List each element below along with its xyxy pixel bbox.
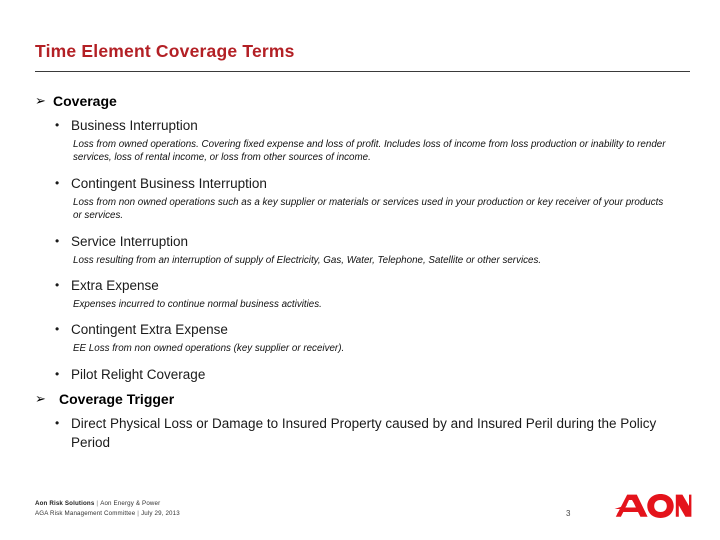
dot-bullet-icon: • bbox=[55, 118, 60, 132]
footer: Aon Risk Solutions | Aon Energy & Power AG… bbox=[35, 499, 180, 518]
list-item-label: Service Interruption bbox=[71, 233, 189, 249]
dot-bullet-icon: • bbox=[55, 175, 60, 190]
list-item-note: Loss from non owned operations such as a… bbox=[73, 196, 664, 222]
list-item: • Direct Physical Loss or Damage to Insu… bbox=[0, 414, 720, 452]
chevron-bullet-icon: ➢ bbox=[35, 390, 46, 406]
section-heading-label: Coverage bbox=[53, 93, 117, 109]
list-item: • Contingent Business Interruption bbox=[0, 174, 720, 193]
list-item-label: Extra Expense bbox=[71, 278, 159, 294]
section-heading-coverage-trigger: ➢ Coverage Trigger bbox=[0, 390, 720, 408]
list-item-label: Contingent Business Interruption bbox=[71, 175, 267, 191]
footer-brand: Aon Risk Solutions bbox=[35, 500, 95, 507]
section-heading-label: Coverage Trigger bbox=[59, 390, 175, 407]
list-item-note: Expenses incurred to continue normal bus… bbox=[73, 299, 322, 311]
footer-business-unit: Aon Energy & Power bbox=[100, 500, 161, 507]
slide-body: ➢ Coverage • Business Interruption Loss … bbox=[0, 92, 720, 454]
title-divider bbox=[35, 71, 690, 72]
dot-bullet-icon: • bbox=[55, 322, 60, 337]
dot-bullet-icon: • bbox=[55, 415, 60, 430]
dot-bullet-icon: • bbox=[55, 278, 60, 293]
list-item-note: Loss from owned operations. Covering fix… bbox=[73, 139, 666, 164]
list-item-label: Contingent Extra Expense bbox=[71, 322, 228, 338]
aon-logo bbox=[614, 491, 692, 521]
list-item-note: EE Loss from non owned operations (key s… bbox=[73, 343, 345, 355]
page-number: 3 bbox=[566, 509, 571, 518]
footer-date: July 29, 2013 bbox=[141, 509, 180, 517]
footer-line-1: Aon Risk Solutions | Aon Energy & Power bbox=[35, 499, 180, 509]
list-item: • Business Interruption bbox=[0, 116, 720, 135]
section-heading-coverage: ➢ Coverage bbox=[0, 92, 720, 110]
list-item: • Service Interruption bbox=[0, 232, 720, 251]
list-item-label: Business Interruption bbox=[71, 118, 198, 133]
dot-bullet-icon: • bbox=[55, 366, 60, 381]
chevron-bullet-icon: ➢ bbox=[35, 93, 46, 108]
list-item: • Contingent Extra Expense bbox=[0, 320, 720, 339]
dot-bullet-icon: • bbox=[55, 233, 60, 248]
page-title: Time Element Coverage Terms bbox=[35, 41, 295, 61]
list-item-note: Loss resulting from an interruption of s… bbox=[73, 254, 542, 266]
list-item: • Pilot Relight Coverage bbox=[0, 365, 720, 384]
list-item-label: Pilot Relight Coverage bbox=[71, 366, 206, 382]
list-item-label: Direct Physical Loss or Damage to Insure… bbox=[71, 415, 657, 450]
footer-event: AGA Risk Management Committee bbox=[35, 509, 136, 517]
footer-line-2: AGA Risk Management Committee | July 29, 2… bbox=[35, 509, 180, 519]
list-item: • Extra Expense bbox=[0, 276, 720, 295]
slide-canvas: Time Element Coverage Terms ➢ Coverage •… bbox=[0, 0, 720, 540]
